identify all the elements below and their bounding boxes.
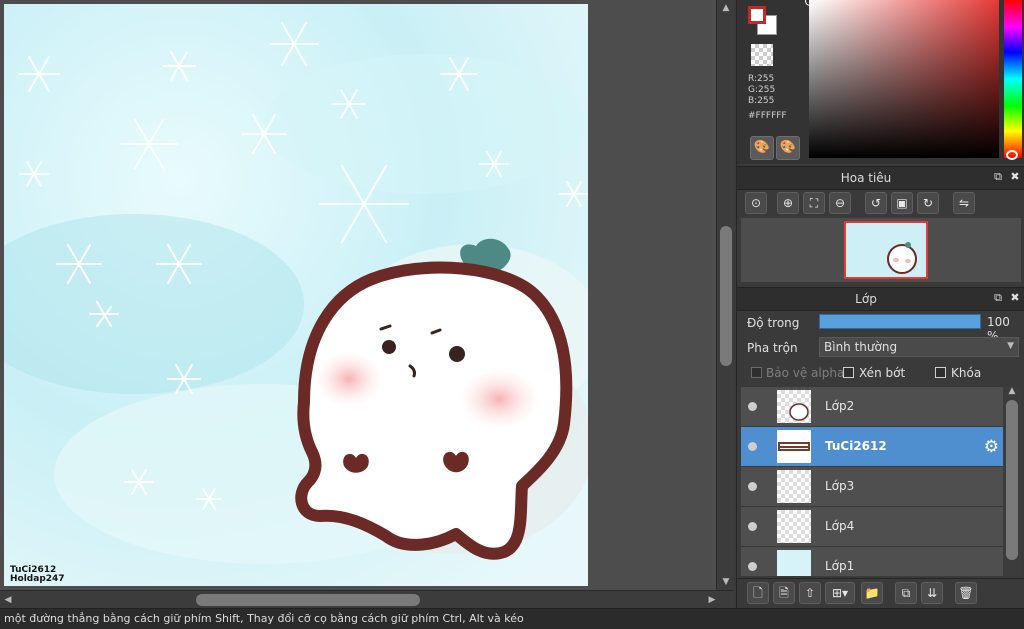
trash-icon[interactable]: 🗑 (955, 582, 977, 604)
rgb-red-value: R:255 (748, 74, 775, 84)
navigator-thumbnail (846, 223, 926, 277)
navigator-toolbar: ⊙ ⊕ ⛶ ⊖ ↺ ▣ ↻ ⇋ (737, 189, 1024, 217)
navigator-preview[interactable] (741, 218, 1021, 282)
right-panel: R:255 G:255 B:255 #FFFFFF 🎨 🎨 Hoa tiêu ⧉… (736, 0, 1024, 608)
status-text: một đường thẳng bằng cách giữ phím Shift… (4, 612, 524, 625)
color-panel: R:255 G:255 B:255 #FFFFFF 🎨 🎨 (737, 0, 1024, 164)
add-layer-dropdown-icon[interactable]: ⊞▾ (825, 582, 855, 604)
visibility-eye-icon[interactable] (748, 442, 757, 451)
layer-list: Lớp2 TuCi2612 ⚙ Lớp3 Lớp4 Lớp1 (741, 386, 1003, 576)
fit-window-icon[interactable]: ⛶ (803, 192, 825, 214)
lock-label: Khóa (951, 366, 982, 380)
visibility-eye-icon[interactable] (748, 402, 757, 411)
opacity-label: Độ trong (747, 316, 800, 330)
layer-row[interactable]: Lớp1 (741, 547, 1003, 576)
vertical-scroll-thumb[interactable] (720, 226, 732, 366)
duplicate-layer-icon[interactable]: ⧉ (895, 582, 917, 604)
scroll-down-arrow-icon[interactable]: ▼ (720, 576, 732, 588)
clipping-checkbox[interactable] (843, 367, 854, 378)
navigator-header: Hoa tiêu ⧉ ✖ (737, 166, 1024, 190)
rgb-blue-value: B:255 (748, 96, 775, 106)
layer-name: Lớp1 (825, 559, 855, 573)
scroll-up-arrow-icon[interactable]: ▲ (720, 2, 732, 14)
hue-slider[interactable] (1004, 0, 1022, 158)
import-image-icon[interactable]: ⇧ (799, 582, 821, 604)
layer-name: Lớp2 (825, 399, 855, 413)
layer-row[interactable]: Lớp2 (741, 387, 1003, 427)
new-halftone-layer-icon[interactable]: 🗎 (773, 582, 795, 604)
artwork-signature: TuCi2612 Holdap247 (10, 566, 65, 584)
artwork[interactable] (4, 4, 588, 586)
navigator-viewport[interactable] (844, 221, 928, 279)
popout-icon[interactable]: ⧉ (991, 291, 1005, 305)
color-palette-icon[interactable]: 🎨 (750, 136, 774, 160)
opacity-slider[interactable] (819, 314, 981, 329)
status-bar: một đường thẳng bằng cách giữ phím Shift… (0, 608, 1024, 629)
layer-row[interactable]: Lớp3 (741, 467, 1003, 507)
layer-thumbnail (777, 470, 811, 503)
layer-thumbnail (777, 390, 811, 423)
layer-name: TuCi2612 (825, 439, 887, 453)
layer-name: Lớp4 (825, 519, 855, 533)
rotate-left-icon[interactable]: ↺ (865, 192, 887, 214)
blend-mode-value: Bình thường (824, 340, 898, 354)
layer-row[interactable]: Lớp4 (741, 507, 1003, 547)
saturation-value-picker[interactable] (809, 0, 999, 158)
layer-thumbnail (777, 510, 811, 543)
hex-color-value: #FFFFFF (748, 111, 787, 121)
layer-row-selected[interactable]: TuCi2612 ⚙ (741, 427, 1003, 467)
new-layer-icon[interactable]: 🗋 (747, 582, 769, 604)
visibility-eye-icon[interactable] (748, 482, 757, 491)
zoom-fit-icon[interactable]: ⊙ (745, 192, 767, 214)
signature-line-2: Holdap247 (10, 574, 65, 584)
folder-icon[interactable]: 📁 (861, 582, 883, 604)
blend-mode-label: Pha trộn (747, 341, 798, 355)
layer-thumbnail (777, 430, 811, 463)
navigator-title: Hoa tiêu (840, 171, 892, 185)
visibility-eye-icon[interactable] (748, 562, 757, 571)
hue-slider-handle[interactable] (1006, 150, 1018, 160)
layer-thumbnail (777, 550, 811, 576)
protect-alpha-checkbox[interactable] (751, 367, 762, 378)
artwork-drawing (4, 4, 588, 586)
canvas-vertical-scrollbar[interactable]: ▲ ▼ (716, 0, 735, 590)
rotate-right-icon[interactable]: ↻ (917, 192, 939, 214)
layer-toolbar: 🗋 🗎 ⇧ ⊞▾ 📁 ⧉ ⇊ 🗑 (737, 578, 1024, 607)
scroll-left-arrow-icon[interactable]: ◀ (2, 594, 14, 606)
scroll-up-arrow-icon[interactable]: ▲ (1006, 386, 1018, 398)
actual-size-icon[interactable]: ▣ (891, 192, 913, 214)
transparent-color-swatch[interactable] (751, 44, 773, 66)
layer-scroll-thumb[interactable] (1006, 400, 1018, 560)
chevron-down-icon: ▼ (1007, 341, 1014, 351)
popout-icon[interactable]: ⧉ (991, 170, 1005, 184)
canvas-horizontal-scrollbar[interactable]: ◀ ▶ (0, 590, 734, 609)
close-icon[interactable]: ✖ (1008, 291, 1022, 305)
rgb-green-value: G:255 (748, 85, 776, 95)
layer-list-scrollbar[interactable]: ▲ (1003, 386, 1021, 576)
layers-header: Lớp ⧉ ✖ (737, 287, 1024, 311)
merge-layer-icon[interactable]: ⇊ (921, 582, 943, 604)
layers-title: Lớp (855, 292, 877, 306)
clipping-label: Xén bớt (859, 366, 906, 380)
scroll-right-arrow-icon[interactable]: ▶ (706, 594, 718, 606)
protect-alpha-label: Bảo vệ alpha (766, 366, 845, 380)
horizontal-scroll-thumb[interactable] (196, 594, 420, 606)
close-icon[interactable]: ✖ (1008, 170, 1022, 184)
flip-horizontal-icon[interactable]: ⇋ (953, 192, 975, 214)
canvas-area[interactable]: TuCi2612 Holdap247 (0, 0, 716, 590)
blend-mode-select[interactable]: Bình thường ▼ (819, 337, 1019, 357)
color-settings-icon[interactable]: 🎨 (776, 136, 800, 160)
visibility-eye-icon[interactable] (748, 522, 757, 531)
lock-checkbox[interactable] (935, 367, 946, 378)
gear-icon[interactable]: ⚙ (984, 437, 999, 457)
layer-name: Lớp3 (825, 479, 855, 493)
zoom-out-icon[interactable]: ⊖ (829, 192, 851, 214)
zoom-in-icon[interactable]: ⊕ (777, 192, 799, 214)
foreground-color-swatch[interactable] (748, 6, 766, 24)
